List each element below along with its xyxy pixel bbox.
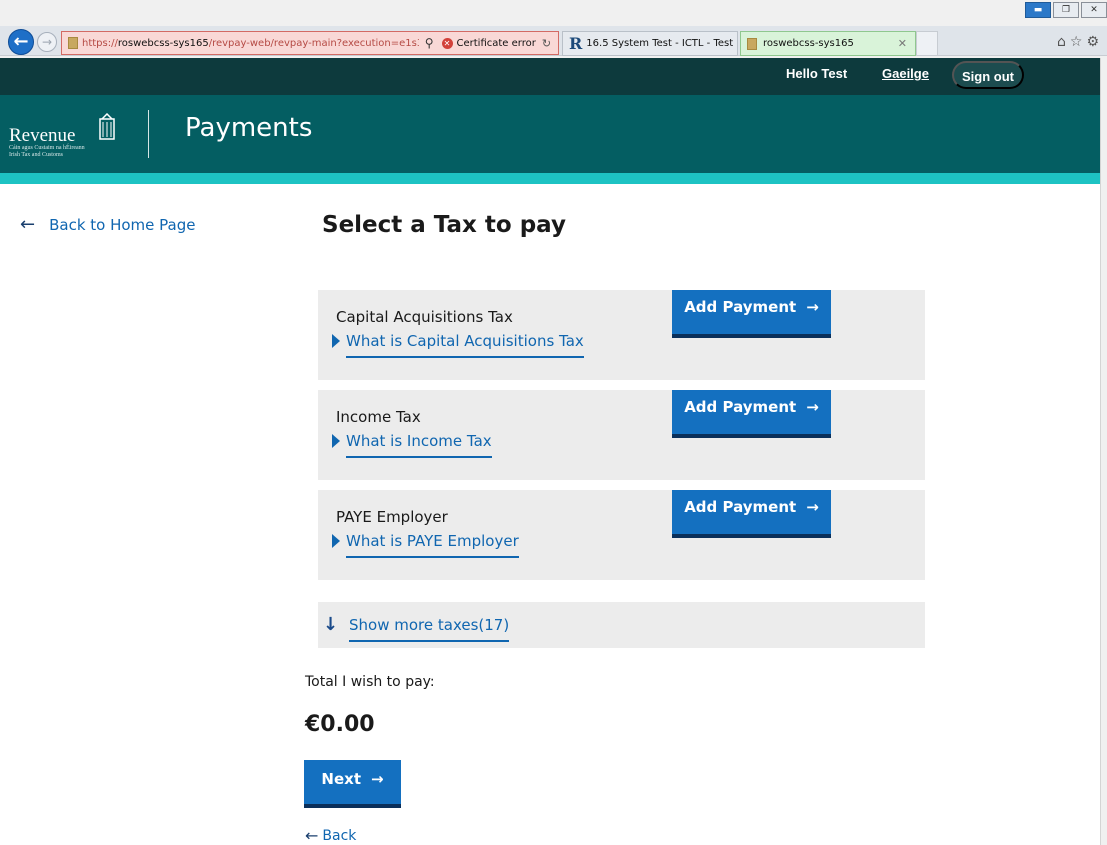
site-header: Revenue Cáin agus Custaim na hÉireann Ir… [0,95,1100,173]
arrow-right-icon: → [806,498,819,516]
tax-info-link[interactable]: What is PAYE Employer [332,532,519,558]
browser-forward-icon[interactable]: → [37,32,57,52]
arrow-right-icon: → [806,298,819,316]
page-title: Select a Tax to pay [322,212,566,238]
caret-right-icon [332,434,340,448]
refresh-icon[interactable]: ↻ [542,37,551,50]
arrow-right-icon: → [371,770,384,788]
arrow-left-icon: ← [20,214,36,235]
add-payment-button[interactable]: Add Payment → [672,490,831,538]
tax-card: Income Tax What is Income Tax Add Paymen… [318,390,925,480]
back-label: Back [322,827,357,844]
revenue-logo[interactable]: Revenue [9,125,75,147]
tax-info-link[interactable]: What is Capital Acquisitions Tax [332,332,584,358]
next-label: Next [321,770,361,788]
tab-label: 16.5 System Test - ICTL - Test ... [586,38,738,49]
browser-tools: ⌂☆⚙ [1057,34,1103,50]
browser-tab[interactable]: R 16.5 System Test - ICTL - Test ... [562,31,738,56]
arrow-left-icon: ← [305,826,319,845]
tab-label: roswebcss-sys165 [763,38,854,49]
minimize-icon[interactable]: ▬ [1025,2,1051,18]
new-tab-button[interactable] [916,31,938,56]
caret-right-icon [332,334,340,348]
tax-name: Income Tax [336,408,421,426]
favorites-icon[interactable]: ☆ [1070,34,1087,50]
header-divider [148,110,149,158]
total-label: Total I wish to pay: [305,674,435,690]
top-bar: Hello Test Gaeilge Sign out [0,58,1100,95]
cert-error-icon[interactable]: ✕ [441,37,453,49]
search-icon[interactable]: ⚲ [425,36,434,50]
add-payment-button[interactable]: Add Payment → [672,390,831,438]
add-payment-label: Add Payment [684,498,797,516]
close-icon[interactable]: ✕ [898,37,907,50]
window-close-icon[interactable]: ✕ [1081,2,1107,18]
back-to-home-link[interactable]: ← Back to Home Page [20,214,195,235]
tax-info-link[interactable]: What is Income Tax [332,432,492,458]
browser-back-icon[interactable]: ← [8,29,34,55]
harp-logo-icon [99,113,115,140]
logo-subtitle-irish: Cáin agus Custaim na hÉireann [9,145,85,151]
show-more-taxes-bar[interactable]: ↓ Show more taxes(17) [318,602,925,648]
browser-tab-active[interactable]: roswebcss-sys165 ✕ [740,31,916,56]
header-accent-stripe [0,173,1100,184]
add-payment-button[interactable]: Add Payment → [672,290,831,338]
window-controls: ▬ ❐ ✕ [1025,2,1107,18]
logo-subtitle-english: Irish Tax and Customs [9,152,63,158]
tax-card: PAYE Employer What is PAYE Employer Add … [318,490,925,580]
tax-name: PAYE Employer [336,508,448,526]
logo-subtitle: Cáin agus Custaim na hÉireann Irish Tax … [9,145,99,159]
user-greeting: Hello Test [786,66,848,81]
url-host: roswebcss-sys165 [117,37,209,49]
tax-info-label: What is Capital Acquisitions Tax [346,332,584,358]
tax-name: Capital Acquisitions Tax [336,308,513,326]
cert-error-label[interactable]: Certificate error [457,38,536,49]
caret-right-icon [332,534,340,548]
arrow-right-icon: → [806,398,819,416]
tax-info-label: What is PAYE Employer [346,532,519,558]
total-amount: €0.00 [305,712,375,737]
gear-icon[interactable]: ⚙ [1086,34,1103,50]
add-payment-label: Add Payment [684,398,797,416]
scrollbar[interactable] [1100,58,1107,845]
address-bar[interactable]: https:// roswebcss-sys165 /revpay-web/re… [61,31,559,55]
home-icon[interactable]: ⌂ [1057,34,1070,50]
back-link[interactable]: ← Back [305,826,356,845]
revenue-favicon-icon: R [569,34,583,53]
url-path: /revpay-web/revpay-main?execution=e1s3 [208,37,419,49]
sign-out-button[interactable]: Sign out [952,61,1024,89]
favicon-icon [747,37,757,50]
favicon-icon [68,37,78,49]
next-button[interactable]: Next → [304,760,401,808]
add-payment-label: Add Payment [684,298,797,316]
tax-card: Capital Acquisitions Tax What is Capital… [318,290,925,380]
url-protocol: https:// [82,37,118,49]
arrow-down-icon: ↓ [323,614,339,635]
show-more-taxes-link[interactable]: Show more taxes(17) [349,616,510,642]
back-to-home-label: Back to Home Page [49,215,196,234]
language-link[interactable]: Gaeilge [882,66,929,81]
site-title: Payments [185,113,313,143]
restore-icon[interactable]: ❐ [1053,2,1079,18]
tax-info-label: What is Income Tax [346,432,492,458]
